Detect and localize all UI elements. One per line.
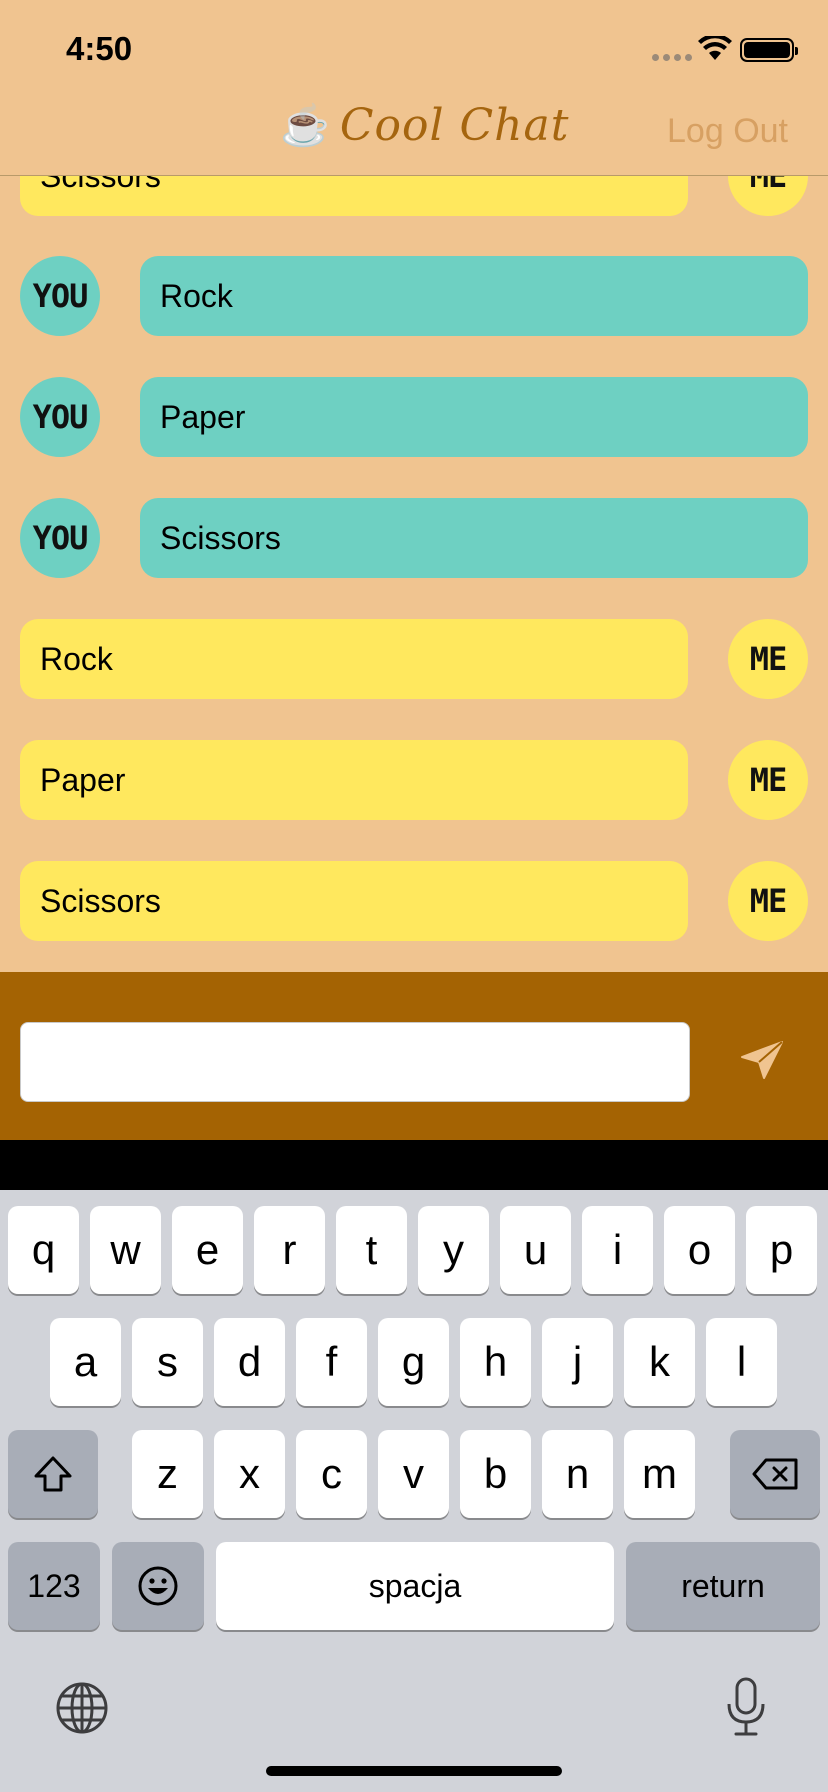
message-row-you: YOU Paper (0, 377, 828, 457)
key-z[interactable]: z (132, 1430, 203, 1518)
key-e[interactable]: e (172, 1206, 243, 1294)
app-title: Cool Chat (339, 100, 570, 151)
key-g[interactable]: g (378, 1318, 449, 1406)
nav-title: ☕ Cool Chat (280, 100, 569, 151)
key-n[interactable]: n (542, 1430, 613, 1518)
keyboard-divider (0, 1140, 828, 1190)
key-v[interactable]: v (378, 1430, 449, 1518)
backspace-key[interactable] (730, 1430, 820, 1518)
avatar-you: YOU (20, 256, 100, 336)
avatar-me: ME (728, 861, 808, 941)
message-row-me: Paper ME (0, 740, 828, 820)
message-bubble: Scissors (140, 498, 808, 578)
on-screen-keyboard: q w e r t y u i o p a s d f g h j k l z … (0, 1190, 828, 1792)
globe-icon[interactable] (54, 1680, 110, 1736)
message-row-me: Scissors ME (0, 176, 828, 216)
avatar-you: YOU (20, 498, 100, 578)
log-out-button[interactable]: Log Out (667, 112, 788, 151)
message-row-you: YOU Rock (0, 256, 828, 336)
message-bubble: Rock (140, 256, 808, 336)
avatar-you: YOU (20, 377, 100, 457)
message-bubble: Rock (20, 619, 688, 699)
key-b[interactable]: b (460, 1430, 531, 1518)
avatar-me: ME (728, 176, 808, 216)
key-a[interactable]: a (50, 1318, 121, 1406)
key-t[interactable]: t (336, 1206, 407, 1294)
key-s[interactable]: s (132, 1318, 203, 1406)
home-indicator[interactable] (266, 1766, 562, 1776)
key-p[interactable]: p (746, 1206, 817, 1294)
message-bubble: Scissors (20, 176, 688, 216)
avatar-me: ME (728, 740, 808, 820)
shift-arrow-icon (34, 1456, 72, 1492)
status-bar: 4:50 (0, 0, 828, 96)
key-f[interactable]: f (296, 1318, 367, 1406)
numbers-key[interactable]: 123 (8, 1542, 100, 1630)
emoji-icon (138, 1566, 178, 1606)
navigation-bar: ☕ Cool Chat Log Out (0, 96, 828, 176)
message-list[interactable]: Scissors ME YOU Rock YOU Paper YOU Sciss… (0, 176, 828, 972)
return-key[interactable]: return (626, 1542, 820, 1630)
key-y[interactable]: y (418, 1206, 489, 1294)
message-bubble: Paper (20, 740, 688, 820)
coffee-cup-icon: ☕ (280, 103, 330, 148)
key-m[interactable]: m (624, 1430, 695, 1518)
key-o[interactable]: o (664, 1206, 735, 1294)
microphone-icon[interactable] (724, 1676, 768, 1738)
cellular-signal-icon (652, 54, 692, 61)
avatar-me: ME (728, 619, 808, 699)
message-row-me: Rock ME (0, 619, 828, 699)
key-u[interactable]: u (500, 1206, 571, 1294)
key-k[interactable]: k (624, 1318, 695, 1406)
backspace-icon (752, 1458, 798, 1490)
paper-plane-icon (741, 1041, 783, 1079)
battery-icon (740, 38, 798, 62)
key-l[interactable]: l (706, 1318, 777, 1406)
key-r[interactable]: r (254, 1206, 325, 1294)
send-button[interactable] (730, 1028, 794, 1092)
key-h[interactable]: h (460, 1318, 531, 1406)
message-row-you: YOU Scissors (0, 498, 828, 578)
message-input[interactable] (20, 1022, 690, 1102)
message-row-me: Scissors ME (0, 861, 828, 941)
key-i[interactable]: i (582, 1206, 653, 1294)
key-w[interactable]: w (90, 1206, 161, 1294)
message-bubble: Paper (140, 377, 808, 457)
key-q[interactable]: q (8, 1206, 79, 1294)
message-bubble: Scissors (20, 861, 688, 941)
shift-key[interactable] (8, 1430, 98, 1518)
key-j[interactable]: j (542, 1318, 613, 1406)
compose-bar (0, 972, 828, 1140)
wifi-icon (698, 36, 732, 60)
key-c[interactable]: c (296, 1430, 367, 1518)
emoji-key[interactable] (112, 1542, 204, 1630)
key-d[interactable]: d (214, 1318, 285, 1406)
status-time: 4:50 (66, 30, 133, 67)
key-x[interactable]: x (214, 1430, 285, 1518)
space-key[interactable]: spacja (216, 1542, 614, 1630)
